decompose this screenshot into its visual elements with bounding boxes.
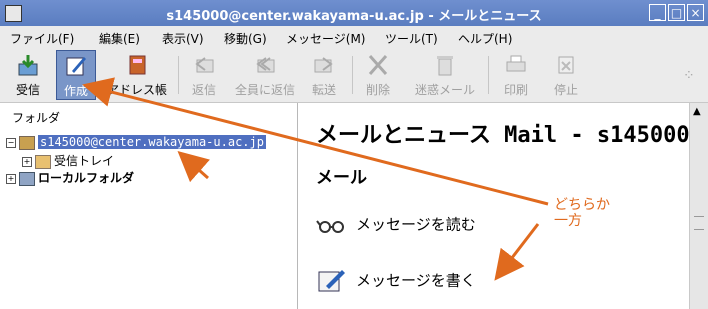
toolbar-separator xyxy=(352,56,353,94)
scroll-up-icon[interactable]: ▲ xyxy=(693,106,701,117)
toolbar-separator xyxy=(178,56,179,94)
download-icon xyxy=(18,55,38,76)
toolbar-separator xyxy=(488,56,489,94)
address-book-button[interactable]: アドレス帳 xyxy=(104,50,170,100)
page-title: メールとニュース Mail - s145000 xyxy=(316,123,690,148)
scrollbar-grip[interactable] xyxy=(694,216,704,230)
read-messages-link[interactable]: メッセージを読む xyxy=(316,213,476,237)
folder-inbox-label: 受信トレイ xyxy=(54,154,115,168)
folder-account-label: s145000@center.wakayama-u.ac.jp xyxy=(38,135,266,149)
delete-button[interactable]: 削除 xyxy=(360,50,396,100)
folder-local-label: ローカルフォルダ xyxy=(38,171,135,185)
menu-file[interactable]: ファイル(F) xyxy=(10,30,74,47)
address-book-icon xyxy=(129,55,146,75)
section-heading-mail: メール xyxy=(316,168,367,188)
collapse-icon[interactable]: − xyxy=(6,137,16,148)
write-message-link[interactable]: メッセージを書く xyxy=(316,269,476,293)
trash-can-icon xyxy=(437,56,453,76)
minimize-button[interactable]: _ xyxy=(649,4,666,21)
expand-icon[interactable]: + xyxy=(22,156,32,167)
folder-local[interactable]: + ローカルフォルダ xyxy=(6,169,135,186)
vertical-scrollbar[interactable]: ▲ xyxy=(689,103,708,309)
junk-button[interactable]: 迷惑メール xyxy=(410,50,480,100)
folder-inbox[interactable]: + 受信トレイ xyxy=(22,152,115,169)
menu-help[interactable]: ヘルプ(H) xyxy=(458,30,512,47)
menu-view[interactable]: 表示(V) xyxy=(162,30,204,47)
stop-button[interactable]: 停止 xyxy=(548,50,584,100)
get-mail-button[interactable]: 受信 xyxy=(6,50,50,100)
write-message-label: メッセージを書く xyxy=(356,271,476,290)
menu-tools[interactable]: ツール(T) xyxy=(385,30,438,47)
forward-button[interactable]: 転送 xyxy=(306,50,342,100)
menu-bar: ファイル(F) 編集(E) 表示(V) 移動(G) メッセージ(M) ツール(T… xyxy=(0,26,708,49)
reply-button[interactable]: 返信 xyxy=(186,50,222,100)
stop-icon xyxy=(558,56,574,74)
throbber-icon: ⁘ xyxy=(683,68,695,84)
reply-all-button[interactable]: 全員に返信 xyxy=(228,50,302,100)
content-pane: メールとニュース Mail - s145000 メール メッセージを読む メッセ… xyxy=(298,103,690,309)
forward-icon xyxy=(314,57,333,73)
mail-account-icon xyxy=(19,135,35,150)
menu-edit[interactable]: 編集(E) xyxy=(99,30,140,47)
folder-account[interactable]: − s145000@center.wakayama-u.ac.jp xyxy=(6,135,266,151)
expand-icon[interactable]: + xyxy=(6,173,16,184)
delete-icon xyxy=(368,55,388,75)
printer-icon xyxy=(506,55,526,72)
glasses-icon xyxy=(316,220,344,233)
folder-pane: フォルダ − s145000@center.wakayama-u.ac.jp + 受… xyxy=(0,103,298,309)
toolbar: 受信 作成 アドレス帳 返信 全員に返信 転送 削除 迷惑メール 印刷 停止 ⁘ xyxy=(0,48,708,103)
reply-icon xyxy=(195,57,214,73)
menu-message[interactable]: メッセージ(M) xyxy=(286,30,365,47)
title-bar: s145000@center.wakayama-u.ac.jp - メールとニュ… xyxy=(0,0,708,26)
compose-icon xyxy=(318,270,345,292)
maximize-button[interactable]: □ xyxy=(668,4,685,21)
local-folders-icon xyxy=(19,171,35,186)
compose-icon xyxy=(66,57,86,76)
window-title: s145000@center.wakayama-u.ac.jp - メールとニュ… xyxy=(166,9,542,24)
inbox-icon xyxy=(35,154,51,169)
write-button[interactable]: 作成 xyxy=(56,50,96,100)
read-messages-label: メッセージを読む xyxy=(356,215,476,234)
print-button[interactable]: 印刷 xyxy=(494,50,538,100)
annotation-text: どちらか 一方 xyxy=(554,197,610,229)
menu-go[interactable]: 移動(G) xyxy=(224,30,267,47)
close-button[interactable]: × xyxy=(687,4,704,21)
reply-all-icon xyxy=(256,57,275,73)
folder-pane-header: フォルダ xyxy=(12,111,61,125)
